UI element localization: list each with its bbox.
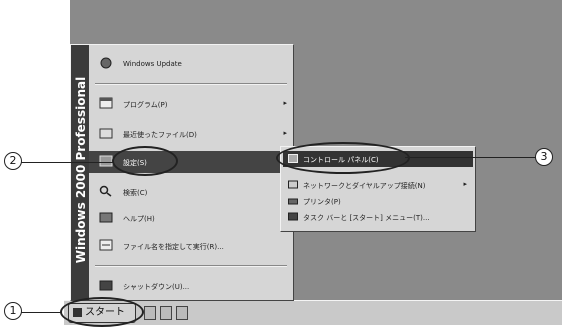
printer-icon [288,198,298,205]
settings-icon [99,155,113,167]
menu-item-label: プログラム(P) [123,101,168,109]
menu-item-label: Windows Update [123,60,182,68]
menu-separator [95,83,287,85]
highlight-settings-ellipse [112,146,178,176]
menu-item-label: 最近使ったファイル(D) [123,131,197,139]
help-icon [99,212,113,223]
callout-3: 3 [535,148,553,166]
callout-1-leader-line [19,312,61,313]
quicklaunch-desktop-icon[interactable] [144,306,156,320]
start-menu: Windows 2000 Professional Windows Update… [70,44,294,301]
menu-item-label: シャットダウン(U)... [123,283,190,291]
highlight-control-panel-ellipse [276,142,410,174]
submenu-item-label: プリンタ(P) [303,198,341,206]
submenu-arrow-icon: ▸ [283,99,287,107]
network-icon [288,180,298,189]
submenu-item-label: ネットワークとダイヤルアップ接続(N) [303,182,426,190]
submenu-item-network[interactable]: ネットワークとダイヤルアップ接続(N) ▸ [283,177,473,193]
submenu-item-taskbar[interactable]: タスク バーと [スタート] メニュー(T)... [283,209,473,225]
submenu-item-printers[interactable]: プリンタ(P) [283,193,473,209]
submenu-arrow-icon: ▸ [463,180,467,188]
programs-icon [99,97,113,109]
quicklaunch-browser-icon[interactable] [160,306,172,320]
menu-item-windows-update[interactable]: Windows Update [89,53,293,75]
quicklaunch-mail-icon[interactable] [176,306,188,320]
run-icon [99,239,113,251]
menu-item-documents[interactable]: 最近使ったファイル(D) ▸ [89,123,293,145]
documents-icon [99,128,113,139]
menu-item-shutdown[interactable]: シャットダウン(U)... [89,275,293,297]
menu-separator [95,265,287,267]
menu-item-search[interactable]: 検索(C) ▸ [89,181,293,203]
start-menu-banner: Windows 2000 Professional [71,45,89,300]
menu-item-programs[interactable]: プログラム(P) ▸ [89,93,293,115]
menu-item-label: ヘルプ(H) [123,215,155,223]
taskbar-icon [288,212,298,221]
callout-1: 1 [4,302,22,320]
submenu-arrow-icon: ▸ [283,129,287,137]
callout-3-leader-line [405,157,536,158]
globe-icon [100,57,112,69]
menu-item-label: ファイル名を指定して実行(R)... [123,243,224,251]
highlight-start-button-ellipse [60,297,144,327]
menu-item-help[interactable]: ヘルプ(H) [89,207,293,229]
menu-item-run[interactable]: ファイル名を指定して実行(R)... [89,235,293,257]
callout-2: 2 [4,152,22,170]
menu-item-label: 検索(C) [123,189,148,197]
callout-2-leader-line [19,162,114,163]
banner-text: Windows 2000 Professional [74,76,88,264]
submenu-item-label: タスク バーと [スタート] メニュー(T)... [303,214,430,222]
search-icon [99,185,112,197]
shutdown-icon [99,280,113,291]
